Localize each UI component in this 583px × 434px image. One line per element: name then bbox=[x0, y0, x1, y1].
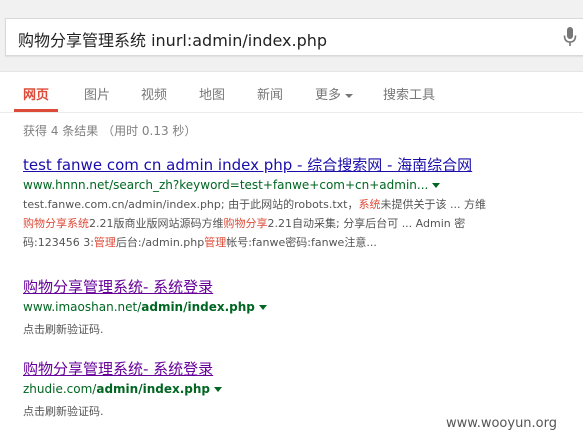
tab-maps[interactable]: 地图 bbox=[199, 84, 225, 103]
search-header: 购物分享管理系统 inurl:admin/index.php bbox=[0, 0, 583, 72]
search-query-text[interactable]: 购物分享管理系统 inurl:admin/index.php bbox=[18, 27, 327, 51]
search-result: test fanwe com cn admin index php - 综合搜索… bbox=[23, 154, 486, 252]
snippet-line: test.fanwe.com.cn/admin/index.php; 由于此网站… bbox=[23, 195, 486, 214]
chevron-down-icon bbox=[345, 93, 354, 98]
snippet-highlight: 购物分享系统 bbox=[23, 217, 89, 230]
snippet-text: 2.21版商业版网站源码方维 bbox=[89, 217, 224, 230]
result-title-link[interactable]: 购物分享管理系统- 系统登录 bbox=[23, 358, 222, 379]
url-dropdown-icon[interactable] bbox=[432, 183, 441, 188]
result-url-domain: zhudie.com/ bbox=[23, 382, 97, 396]
snippet-text: 未提供关于该 ... 方维 bbox=[380, 198, 486, 211]
result-title-link[interactable]: 购物分享管理系统- 系统登录 bbox=[23, 276, 267, 297]
snippet-highlight: 购物分享 bbox=[223, 217, 268, 230]
search-result: 购物分享管理系统- 系统登录 www.imaoshan.net/admin/in… bbox=[23, 276, 267, 339]
tab-images[interactable]: 图片 bbox=[84, 84, 110, 103]
url-dropdown-icon[interactable] bbox=[258, 305, 267, 310]
result-stats: 获得 4 条结果 （用时 0.13 秒） bbox=[23, 124, 197, 138]
snippet-highlight: 管理 bbox=[93, 236, 116, 249]
result-url-domain: www.imaoshan.net/ bbox=[23, 300, 142, 314]
snippet-highlight: 系统 bbox=[358, 198, 381, 211]
tab-news[interactable]: 新闻 bbox=[257, 84, 283, 103]
tab-more[interactable]: 更多 bbox=[315, 84, 354, 103]
tab-more-label: 更多 bbox=[315, 88, 342, 103]
snippet-highlight: 管理 bbox=[204, 236, 227, 249]
snippet-text: 帐号:fanwe密码:fanwe注意... bbox=[226, 236, 377, 249]
result-snippet: 点击刷新验证码. bbox=[23, 323, 104, 336]
watermark: www.wooyun.org bbox=[446, 416, 558, 431]
result-snippet: test.fanwe.com.cn/admin/index.php; 由于此网站… bbox=[23, 195, 486, 252]
result-url-path: admin/index.php bbox=[141, 300, 255, 314]
search-result: 购物分享管理系统- 系统登录 zhudie.com/admin/index.ph… bbox=[23, 358, 222, 421]
snippet-text: test.fanwe.com.cn/admin/index.php; 由于此网站… bbox=[23, 198, 359, 211]
tab-search-tools[interactable]: 搜索工具 bbox=[383, 84, 435, 103]
snippet-text: 码:123456 3: bbox=[23, 236, 94, 249]
search-results-page: 购物分享管理系统 inurl:admin/index.php 网页 图片 视频 … bbox=[0, 0, 583, 434]
search-tabs: 网页 图片 视频 地图 新闻 更多 搜索工具 bbox=[0, 72, 583, 113]
result-url-text: www.hnnn.net/search_zh?keyword=test+fanw… bbox=[23, 178, 429, 192]
microphone-icon[interactable] bbox=[562, 26, 578, 48]
url-dropdown-icon[interactable] bbox=[213, 387, 222, 392]
tab-web[interactable]: 网页 bbox=[23, 84, 49, 103]
snippet-line: 购物分享系统2.21版商业版网站源码方维购物分享2.21自动采集; 分享后台可 … bbox=[23, 214, 486, 233]
snippet-line: 码:123456 3:管理后台:/admin.php管理帐号:fanwe密码:f… bbox=[23, 233, 486, 252]
snippet-text: 后台:/admin.php bbox=[115, 236, 205, 249]
result-title-link[interactable]: test fanwe com cn admin index php - 综合搜索… bbox=[23, 154, 486, 175]
result-url: zhudie.com/admin/index.php bbox=[23, 382, 222, 396]
result-snippet: 点击刷新验证码. bbox=[23, 405, 104, 418]
active-tab-indicator bbox=[14, 109, 58, 112]
result-url: www.hnnn.net/search_zh?keyword=test+fanw… bbox=[23, 178, 486, 192]
result-url: www.imaoshan.net/admin/index.php bbox=[23, 300, 267, 314]
snippet-text: 2.21自动采集; 分享后台可 ... Admin 密 bbox=[267, 217, 466, 230]
tab-videos[interactable]: 视频 bbox=[141, 84, 167, 103]
search-box[interactable]: 购物分享管理系统 inurl:admin/index.php bbox=[5, 18, 583, 56]
result-url-path: admin/index.php bbox=[96, 382, 210, 396]
